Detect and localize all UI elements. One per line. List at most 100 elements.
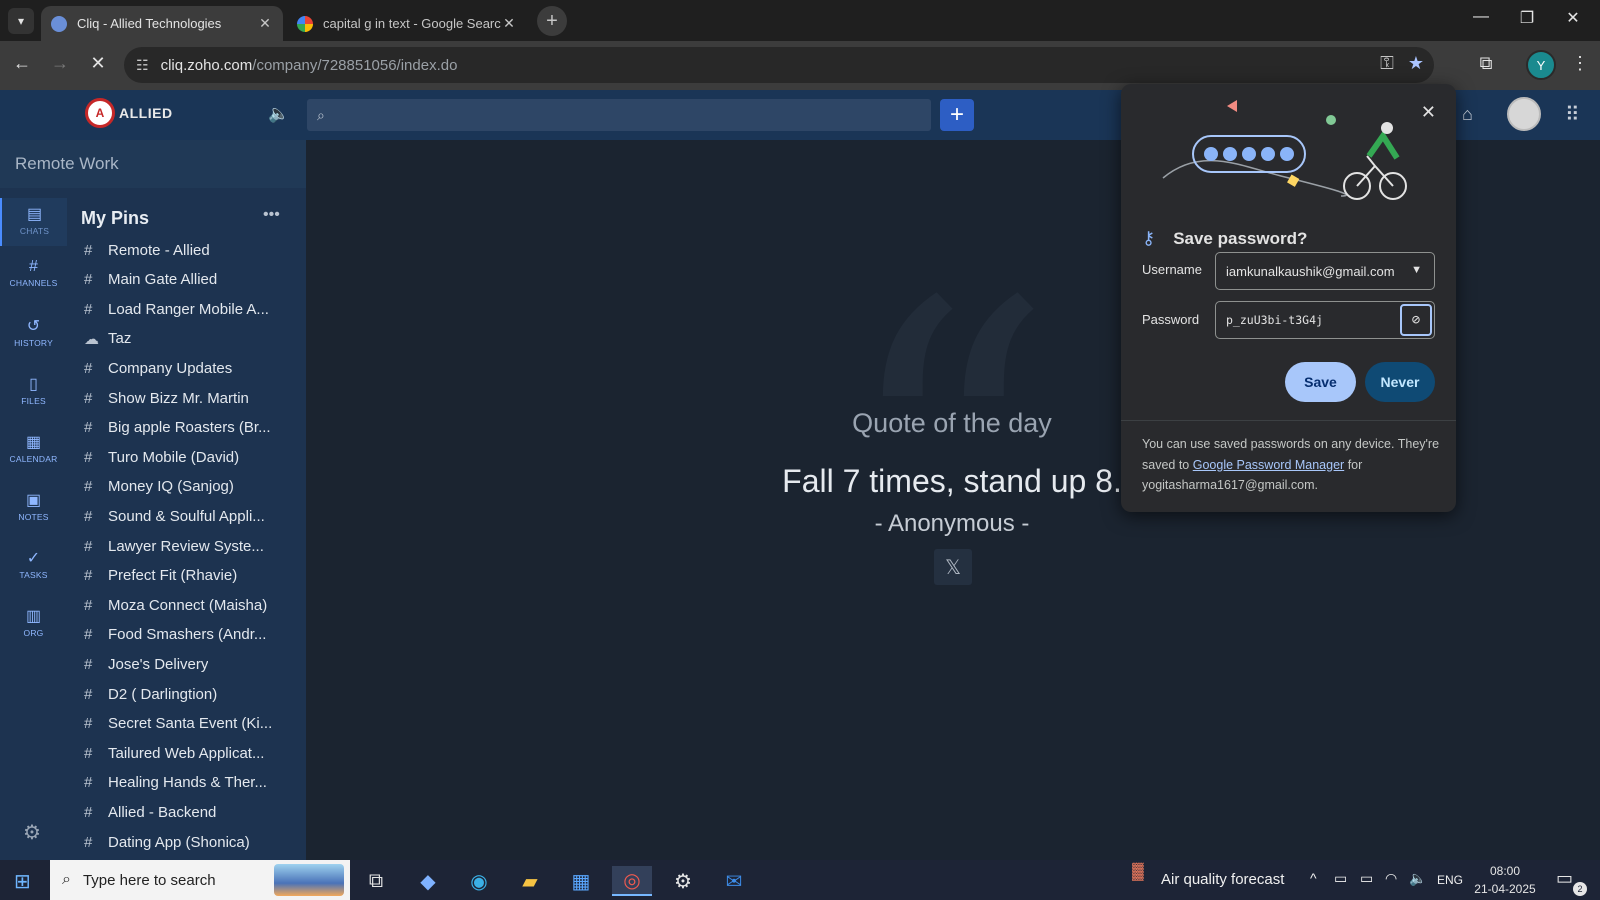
rail-item-calendar[interactable]: ▦ CALENDAR: [0, 432, 67, 464]
stop-loading-icon[interactable]: ✕: [86, 53, 110, 74]
bookmark-star-icon[interactable]: ★: [1408, 53, 1424, 74]
password-key-icon[interactable]: ⚿: [1380, 53, 1394, 74]
address-bar[interactable]: ☷ cliq.zoho.com/company/728851056/index.…: [124, 47, 1434, 83]
rail-item-chats[interactable]: ▤ CHATS: [0, 198, 67, 246]
edge-icon[interactable]: ◉: [459, 866, 499, 896]
rail-label: TASKS: [19, 570, 48, 580]
pin-item[interactable]: # Company Updates: [84, 353, 299, 383]
pin-item[interactable]: # Moza Connect (Maisha): [84, 590, 299, 620]
pin-item[interactable]: # Lawyer Review Syste...: [84, 531, 299, 561]
pin-name: Company Updates: [108, 359, 233, 377]
pin-item[interactable]: # Show Bizz Mr. Martin: [84, 383, 299, 413]
apps-grid-icon[interactable]: ⠿: [1565, 102, 1580, 127]
notification-icon[interactable]: ▭: [1556, 868, 1573, 889]
rail-item-notes[interactable]: ▣ NOTES: [0, 490, 67, 522]
minimize-icon[interactable]: —: [1458, 8, 1504, 26]
chrome-icon[interactable]: ◎: [612, 866, 652, 896]
org-icon: ▥: [25, 608, 42, 625]
save-password-dialog: ✕ ⚷ Save password? Username iamkunalkaus…: [1121, 84, 1456, 512]
cliq-favicon-icon: [51, 15, 67, 32]
pin-item[interactable]: # Big apple Roasters (Br...: [84, 413, 299, 443]
meet-now-icon[interactable]: ▭: [1334, 870, 1347, 887]
tray-chevron-icon[interactable]: ^: [1310, 870, 1317, 886]
close-window-icon[interactable]: ✕: [1550, 8, 1596, 28]
clock-date[interactable]: 21-04-2025: [1472, 882, 1538, 896]
pin-item[interactable]: # D2 ( Darlingtion): [84, 679, 299, 709]
pin-item[interactable]: # Prefect Fit (Rhavie): [84, 561, 299, 591]
taskbar-search-input[interactable]: ⌕ Type here to search: [50, 860, 350, 900]
restore-icon[interactable]: ❐: [1504, 8, 1550, 28]
forward-icon[interactable]: →: [48, 53, 72, 74]
tab-search-button[interactable]: ▾: [8, 8, 34, 34]
close-tab-icon[interactable]: ✕: [501, 15, 517, 32]
site-info-icon[interactable]: ☷: [136, 57, 149, 74]
pin-item[interactable]: # Turo Mobile (David): [84, 442, 299, 472]
marketplace-icon[interactable]: ⌂: [1462, 104, 1473, 125]
settings-gear-icon[interactable]: ⚙: [23, 820, 41, 845]
extensions-icon[interactable]: ⧉: [1474, 53, 1498, 74]
save-button[interactable]: Save: [1285, 362, 1356, 402]
org-name[interactable]: Remote Work: [0, 140, 306, 188]
rail-item-tasks[interactable]: ✓ TASKS: [0, 548, 67, 580]
divider: [1121, 420, 1456, 421]
search-input[interactable]: ⌕: [307, 99, 931, 131]
pin-item[interactable]: # Load Ranger Mobile A...: [84, 294, 299, 324]
new-tab-button[interactable]: +: [537, 6, 567, 36]
chrome-menu-icon[interactable]: ⋮: [1568, 53, 1592, 74]
rail-item-files[interactable]: ▯ FILES: [0, 374, 67, 406]
pin-item[interactable]: # Remote - Allied: [84, 235, 299, 265]
username-field[interactable]: iamkunalkaushik@gmail.com ▼: [1215, 252, 1435, 290]
more-options-icon[interactable]: •••: [263, 206, 280, 224]
history-icon: ↺: [26, 318, 41, 335]
never-button[interactable]: Never: [1365, 362, 1435, 402]
pin-item[interactable]: # Food Smashers (Andr...: [84, 620, 299, 650]
back-icon[interactable]: ←: [10, 53, 34, 74]
volume-icon[interactable]: 🔈: [1409, 870, 1426, 887]
wifi-icon[interactable]: ◠: [1385, 870, 1397, 887]
pin-item[interactable]: # Sound & Soulful Appli...: [84, 501, 299, 531]
user-avatar[interactable]: [1507, 97, 1541, 131]
outlook-icon[interactable]: ✉: [714, 866, 754, 896]
task-view-icon[interactable]: ⧉: [356, 866, 396, 896]
profile-avatar[interactable]: Y: [1526, 50, 1556, 80]
pin-item[interactable]: # Healing Hands & Ther...: [84, 768, 299, 798]
pin-item[interactable]: # Allied - Backend: [84, 797, 299, 827]
close-icon[interactable]: ✕: [1421, 102, 1436, 123]
pin-item[interactable]: # Secret Santa Event (Ki...: [84, 709, 299, 739]
pin-item[interactable]: # Dating App (Shonica): [84, 827, 299, 857]
rail-item-channels[interactable]: # CHANNELS: [0, 258, 67, 288]
pin-name: Taz: [108, 330, 132, 348]
settings-icon[interactable]: ⚙: [663, 866, 703, 896]
weather-text[interactable]: Air quality forecast: [1161, 871, 1284, 888]
language-indicator[interactable]: ENG: [1437, 873, 1463, 887]
hash-icon: #: [84, 655, 93, 673]
speaker-icon[interactable]: 🔈: [268, 104, 289, 124]
battery-icon[interactable]: ▭: [1360, 870, 1373, 887]
close-tab-icon[interactable]: ✕: [257, 15, 273, 32]
file-explorer-icon[interactable]: ▰: [510, 866, 550, 896]
hash-icon: #: [84, 448, 93, 466]
rail-item-org[interactable]: ▥ ORG: [0, 606, 67, 638]
air-quality-icon[interactable]: ▓: [1132, 863, 1144, 881]
x-share-icon[interactable]: 𝕏: [934, 549, 972, 585]
add-button[interactable]: +: [940, 99, 974, 131]
copilot-icon[interactable]: ◆: [408, 866, 448, 896]
allied-logo[interactable]: A ALLIED: [85, 98, 173, 128]
pin-item[interactable]: # Money IQ (Sanjog): [84, 472, 299, 502]
password-manager-link[interactable]: Google Password Manager: [1193, 458, 1344, 472]
microsoft-store-icon[interactable]: ▦: [561, 866, 601, 896]
pin-item[interactable]: ☁ Taz: [84, 324, 299, 354]
tab-google-search[interactable]: capital g in text - Google Search ✕: [287, 6, 527, 41]
username-value: iamkunalkaushik@gmail.com: [1226, 263, 1395, 279]
windows-start-icon[interactable]: ⊞: [14, 869, 31, 894]
pin-item[interactable]: # Jose's Delivery: [84, 649, 299, 679]
pin-item[interactable]: # Main Gate Allied: [84, 265, 299, 295]
hide-password-icon[interactable]: ⊘: [1400, 304, 1432, 336]
windows-taskbar: ⊞ ⌕ Type here to search ⧉ ◆ ◉ ▰ ▦ ◎ ⚙ ✉ …: [0, 860, 1600, 900]
pin-item[interactable]: # Tailured Web Applicat...: [84, 738, 299, 768]
tab-cliq[interactable]: Cliq - Allied Technologies ✕: [41, 6, 283, 41]
dropdown-caret-icon[interactable]: ▼: [1411, 264, 1422, 276]
rail-item-history[interactable]: ↺ HISTORY: [0, 316, 67, 348]
password-field[interactable]: p_zuU3bi-t3G4j ⊘: [1215, 301, 1435, 339]
clock-time[interactable]: 08:00: [1472, 864, 1538, 878]
